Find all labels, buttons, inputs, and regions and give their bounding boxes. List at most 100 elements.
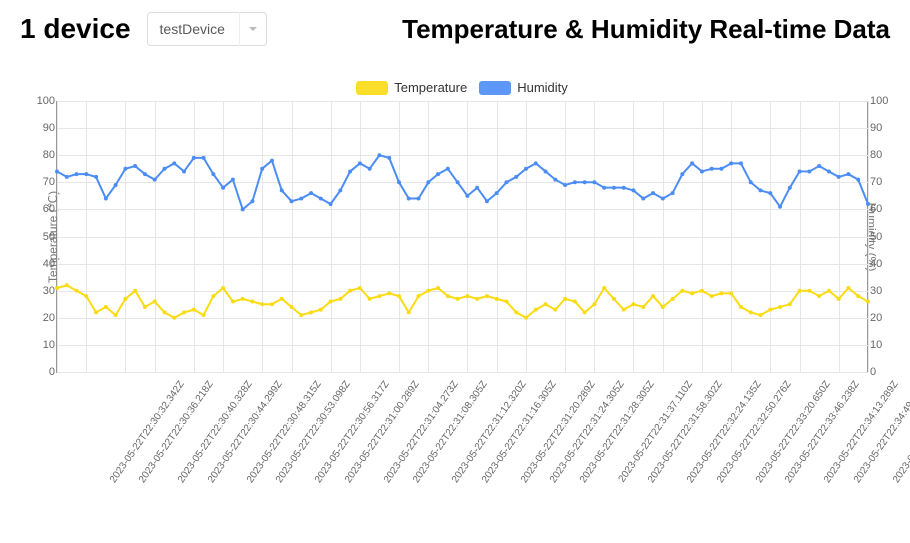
data-point	[504, 180, 508, 184]
data-point	[241, 297, 245, 301]
data-point	[65, 175, 69, 179]
chevron-down-icon[interactable]	[239, 12, 267, 46]
data-point	[123, 167, 127, 171]
data-point	[377, 294, 381, 298]
data-point	[553, 308, 557, 312]
data-point	[573, 300, 577, 304]
data-point	[143, 305, 147, 309]
data-point	[250, 199, 254, 203]
data-point	[153, 300, 157, 304]
data-point	[407, 197, 411, 201]
data-point	[55, 286, 59, 290]
data-point	[377, 153, 381, 157]
data-point	[866, 300, 870, 304]
data-point	[856, 178, 860, 182]
data-point	[162, 310, 166, 314]
data-point	[524, 316, 528, 320]
data-point	[250, 300, 254, 304]
data-point	[671, 297, 675, 301]
data-point	[182, 310, 186, 314]
data-point	[700, 169, 704, 173]
data-point	[495, 297, 499, 301]
legend-item-temperature[interactable]: Temperature	[356, 80, 467, 95]
data-point	[768, 308, 772, 312]
data-point	[671, 191, 675, 195]
data-point	[837, 297, 841, 301]
data-point	[84, 294, 88, 298]
legend-item-humidity[interactable]: Humidity	[479, 80, 568, 95]
data-point	[514, 310, 518, 314]
data-point	[192, 156, 196, 160]
data-point	[231, 178, 235, 182]
y-left-tick: 10	[43, 339, 55, 351]
data-point	[837, 175, 841, 179]
data-point	[827, 169, 831, 173]
data-point	[612, 297, 616, 301]
data-point	[397, 180, 401, 184]
data-point	[504, 300, 508, 304]
data-point	[221, 186, 225, 190]
data-point	[75, 172, 79, 176]
data-point	[270, 159, 274, 163]
data-point	[631, 302, 635, 306]
data-point	[426, 180, 430, 184]
legend-swatch-temperature	[356, 81, 388, 95]
data-point	[544, 169, 548, 173]
device-count: 1 device	[20, 13, 131, 45]
data-point	[319, 197, 323, 201]
series-line-humidity	[57, 155, 868, 209]
data-point	[260, 167, 264, 171]
data-point	[651, 294, 655, 298]
data-point	[75, 289, 79, 293]
data-point	[573, 180, 577, 184]
data-point	[172, 161, 176, 165]
data-point	[133, 289, 137, 293]
data-point	[84, 172, 88, 176]
data-point	[123, 297, 127, 301]
data-point	[211, 294, 215, 298]
data-point	[426, 289, 430, 293]
data-point	[55, 169, 59, 173]
data-point	[133, 164, 137, 168]
data-point	[436, 286, 440, 290]
data-point	[368, 167, 372, 171]
data-point	[817, 164, 821, 168]
y-left-tick: 90	[43, 122, 55, 134]
chart-svg	[57, 101, 868, 372]
data-point	[807, 289, 811, 293]
data-point	[299, 197, 303, 201]
data-point	[358, 286, 362, 290]
data-point	[690, 291, 694, 295]
y-right-tick: 100	[870, 95, 888, 107]
data-point	[583, 180, 587, 184]
data-point	[162, 167, 166, 171]
data-point	[612, 186, 616, 190]
data-point	[563, 183, 567, 187]
data-point	[436, 172, 440, 176]
y-right-tick: 70	[870, 176, 882, 188]
data-point	[417, 294, 421, 298]
y-left-tick: 60	[43, 203, 55, 215]
data-point	[387, 291, 391, 295]
data-point	[544, 302, 548, 306]
data-point	[631, 188, 635, 192]
data-point	[495, 191, 499, 195]
data-point	[465, 294, 469, 298]
y-right-tick: 30	[870, 285, 882, 297]
data-point	[846, 286, 850, 290]
data-point	[348, 169, 352, 173]
data-point	[563, 297, 567, 301]
device-select[interactable]: testDevice	[147, 12, 267, 46]
data-point	[358, 161, 362, 165]
data-point	[680, 172, 684, 176]
data-point	[270, 302, 274, 306]
data-point	[778, 305, 782, 309]
legend: Temperature Humidity	[56, 80, 868, 95]
data-point	[866, 202, 870, 206]
y-right-tick: 90	[870, 122, 882, 134]
y-left-tick: 100	[37, 95, 55, 107]
data-point	[260, 302, 264, 306]
data-point	[182, 169, 186, 173]
data-point	[446, 294, 450, 298]
legend-label-humidity: Humidity	[517, 80, 568, 95]
